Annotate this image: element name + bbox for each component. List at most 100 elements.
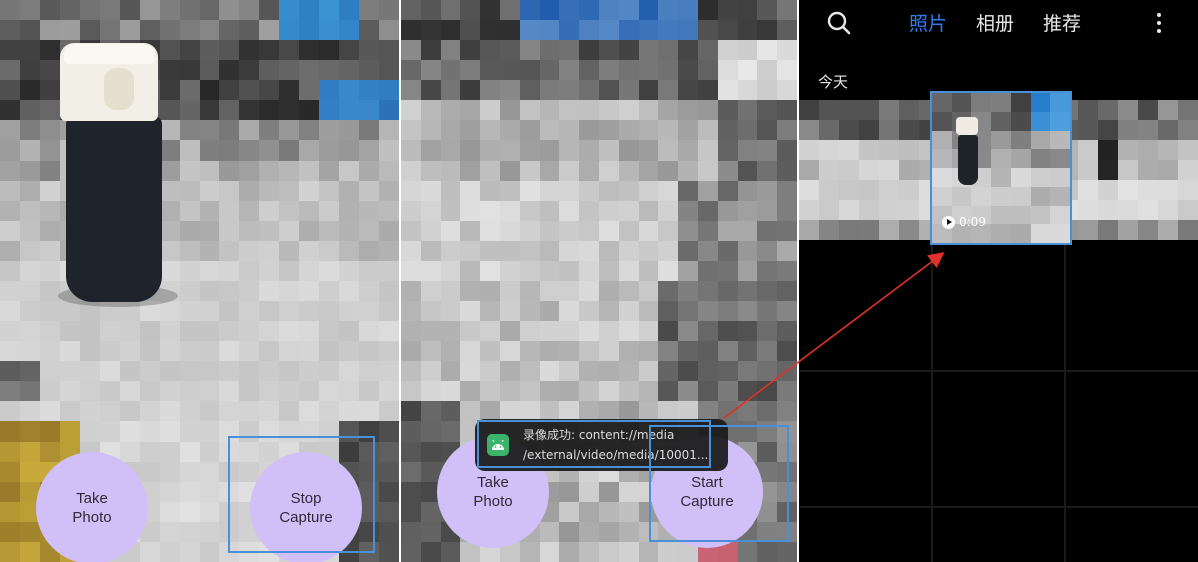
mosaic-cell	[440, 361, 461, 382]
search-icon[interactable]	[826, 10, 852, 40]
mosaic-cell	[319, 361, 340, 382]
mosaic-cell	[559, 541, 580, 562]
mosaic-cell	[199, 401, 220, 422]
mosaic-cell	[239, 260, 260, 281]
mosaic-cell	[777, 321, 797, 342]
mosaic-cell	[737, 200, 758, 221]
mosaic-cell	[460, 341, 481, 362]
mosaic-cell	[179, 381, 200, 402]
mosaic-cell	[259, 60, 280, 81]
mosaic-cell	[697, 140, 718, 161]
mosaic-cell	[0, 501, 20, 522]
mosaic-cell	[339, 180, 360, 201]
mosaic-cell	[319, 381, 340, 402]
mosaic-cell	[598, 541, 619, 562]
mosaic-cell	[598, 140, 619, 161]
mosaic-cell	[757, 240, 778, 261]
mosaic-cell	[579, 280, 599, 302]
video-thumbnail[interactable]: 0:09	[930, 91, 1072, 245]
mosaic-cell	[618, 280, 639, 302]
mosaic-cell	[39, 220, 60, 241]
mosaic-cell	[932, 130, 952, 150]
android-icon	[487, 434, 509, 456]
mosaic-cell	[420, 240, 441, 261]
mosaic-cell	[219, 180, 240, 201]
mosaic-cell	[279, 0, 300, 21]
tab-recommend[interactable]: 推荐	[1043, 9, 1081, 36]
mosaic-cell	[618, 341, 639, 362]
mosaic-cell	[239, 160, 260, 181]
mosaic-cell	[239, 341, 260, 362]
mosaic-cell	[379, 260, 399, 281]
mosaic-cell	[159, 180, 180, 201]
mosaic-cell	[598, 0, 619, 21]
mosaic-cell	[499, 341, 520, 362]
mosaic-cell	[598, 481, 619, 502]
mosaic-cell	[401, 381, 421, 402]
mosaic-cell	[579, 160, 599, 181]
mosaic-cell	[1138, 180, 1159, 200]
mosaic-cell	[99, 341, 120, 362]
mosaic-cell	[19, 40, 40, 61]
mosaic-cell	[598, 20, 619, 41]
mosaic-cell	[339, 441, 360, 462]
mosaic-cell	[440, 381, 461, 402]
mosaic-cell	[460, 361, 481, 382]
take-photo-button[interactable]: Take Photo	[36, 452, 148, 562]
mosaic-cell	[878, 160, 899, 180]
mosaic-cell	[579, 260, 599, 281]
mosaic-cell	[878, 120, 899, 140]
mosaic-cell	[638, 541, 659, 562]
mosaic-cell	[638, 80, 659, 101]
tab-albums[interactable]: 相册	[976, 9, 1014, 36]
mosaic-cell	[199, 301, 220, 322]
mosaic-cell	[0, 280, 20, 302]
mosaic-cell	[777, 140, 797, 161]
mosaic-cell	[717, 280, 738, 302]
mosaic-cell	[79, 401, 100, 422]
stop-capture-button[interactable]: Stop Capture	[250, 452, 362, 562]
mosaic-cell	[460, 100, 481, 121]
mosaic-cell	[1158, 120, 1179, 140]
mosaic-cell	[559, 0, 580, 21]
tab-photos[interactable]: 照片	[909, 9, 947, 36]
mosaic-cell	[139, 401, 160, 422]
mosaic-cell	[119, 381, 140, 402]
mosaic-cell	[420, 321, 441, 342]
mosaic-cell	[1030, 186, 1051, 206]
mosaic-cell	[79, 381, 100, 402]
mosaic-cell	[440, 301, 461, 322]
mosaic-cell	[519, 260, 540, 281]
mosaic-cell	[658, 260, 679, 281]
mosaic-cell	[179, 521, 200, 542]
mosaic-cell	[757, 40, 778, 61]
mosaic-cell	[1178, 140, 1198, 160]
mosaic-cell	[799, 180, 819, 200]
mosaic-cell	[420, 100, 441, 121]
mosaic-cell	[420, 80, 441, 101]
mosaic-cell	[737, 220, 758, 241]
mosaic-cell	[678, 361, 698, 382]
mosaic-cell	[159, 200, 180, 221]
mosaic-cell	[777, 521, 797, 542]
mosaic-cell	[219, 80, 240, 101]
mosaic-cell	[401, 140, 421, 161]
mosaic-cell	[1030, 205, 1051, 225]
mosaic-cell	[0, 20, 20, 41]
mosaic-cell	[259, 160, 280, 181]
more-vertical-icon[interactable]	[1153, 12, 1165, 38]
mosaic-cell	[199, 441, 220, 462]
mosaic-cell	[519, 200, 540, 221]
mosaic-cell	[1010, 111, 1031, 131]
mosaic-cell	[991, 149, 1011, 168]
mosaic-cell	[658, 280, 679, 302]
mosaic-cell	[579, 521, 599, 542]
mosaic-cell	[818, 100, 839, 120]
mosaic-cell	[951, 93, 972, 112]
mosaic-cell	[401, 260, 421, 281]
mosaic-cell	[19, 60, 40, 81]
mosaic-cell	[618, 361, 639, 382]
mosaic-cell	[1050, 93, 1070, 112]
mosaic-cell	[678, 100, 698, 121]
mosaic-cell	[299, 321, 320, 342]
